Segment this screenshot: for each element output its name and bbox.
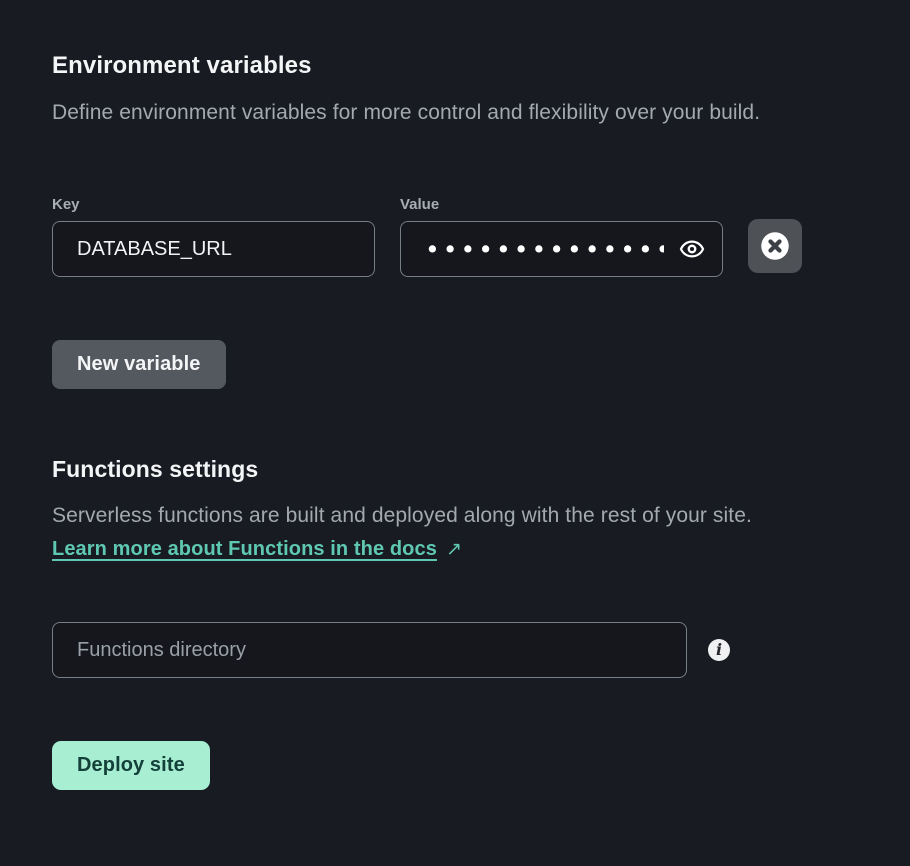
deploy-site-button[interactable]: Deploy site	[52, 741, 210, 790]
info-circle-icon[interactable]: i	[708, 639, 730, 661]
remove-variable-button[interactable]	[748, 219, 802, 273]
key-label: Key	[52, 196, 375, 213]
eye-icon	[679, 236, 705, 262]
environment-variables-title: Environment variables	[52, 52, 870, 80]
key-field-group: Key	[52, 196, 375, 277]
environment-variables-section: Environment variables Define environment…	[52, 52, 870, 389]
docs-link-row: Learn more about Functions in the docs ↗	[52, 538, 870, 561]
key-input[interactable]	[52, 221, 375, 277]
functions-docs-link[interactable]: Learn more about Functions in the docs	[52, 538, 437, 560]
functions-directory-input[interactable]	[52, 622, 687, 678]
functions-settings-title: Functions settings	[52, 456, 870, 483]
value-field-group: Value ••••••••••••••••••••••	[400, 196, 723, 277]
environment-variables-description: Define environment variables for more co…	[52, 101, 870, 125]
value-label: Value	[400, 196, 723, 213]
functions-settings-description: Serverless functions are built and deplo…	[52, 504, 870, 528]
variable-row: Key Value ••••••••••••••••••••••	[52, 196, 870, 277]
reveal-value-button[interactable]	[678, 235, 706, 263]
value-masked-text[interactable]: ••••••••••••••••••••••	[425, 222, 664, 276]
value-input[interactable]: ••••••••••••••••••••••	[400, 221, 723, 277]
functions-settings-section: Functions settings Serverless functions …	[52, 456, 870, 790]
functions-directory-row: i	[52, 622, 870, 678]
x-circle-icon	[760, 231, 790, 261]
arrow-up-right-icon: ↗	[446, 538, 462, 561]
new-variable-button[interactable]: New variable	[52, 340, 226, 389]
settings-page: Environment variables Define environment…	[0, 0, 910, 790]
